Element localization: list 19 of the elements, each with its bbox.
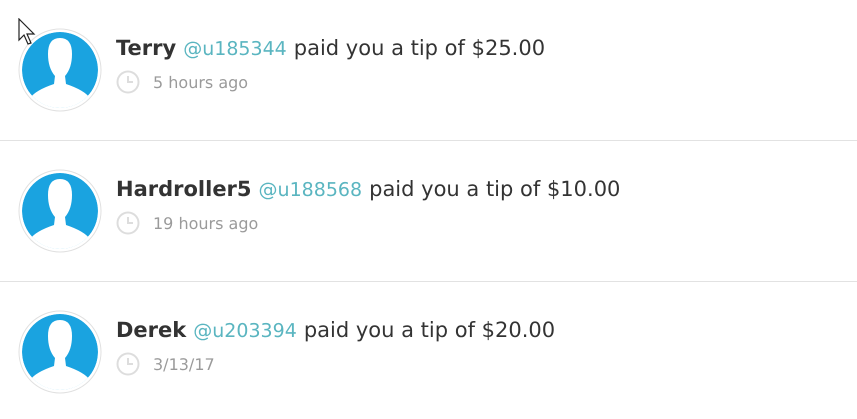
avatar-icon [18,310,102,394]
user-handle-link[interactable]: @u203394 [193,320,297,342]
time-ago: 19 hours ago [153,214,258,232]
tip-message: paid you a tip of $20.00 [304,318,556,342]
avatar-icon [18,28,102,112]
tip-message: paid you a tip of $10.00 [369,177,620,201]
clock-icon [116,70,140,94]
clock-icon [116,352,140,376]
user-name: Derek [116,318,186,342]
cursor-icon [18,18,38,46]
avatar-icon [18,169,102,253]
tip-message: paid you a tip of $25.00 [294,36,546,60]
user-name: Hardroller5 [116,177,252,201]
user-name: Terry [116,36,176,60]
user-handle-link[interactable]: @u188568 [258,179,362,201]
user-handle-link[interactable]: @u185344 [183,38,287,60]
time-ago: 3/13/17 [153,354,215,374]
time-ago: 5 hours ago [153,72,248,92]
clock-icon [116,211,140,235]
